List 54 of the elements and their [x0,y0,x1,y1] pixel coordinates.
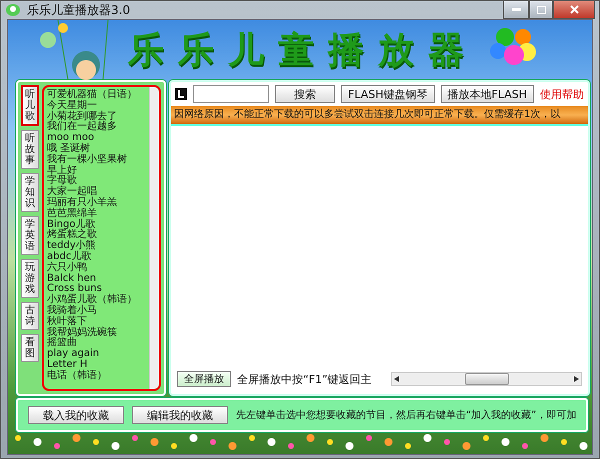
song-item[interactable]: 秋叶落下 [47,316,149,328]
category-tab[interactable]: 学知识 [21,173,39,212]
favorites-button[interactable]: 载入我的收藏 [28,406,124,424]
song-item[interactable]: 芭芭黑绵羊 [47,208,149,220]
maximize-button[interactable] [529,1,553,19]
song-item[interactable]: 可爱机器猫（日语） [47,90,149,101]
song-item[interactable]: teddy小熊 [47,241,149,252]
song-item[interactable]: 今天星期一 [47,100,149,112]
horizontal-scrollbar[interactable] [391,372,582,386]
favorites-button[interactable]: 编辑我的收藏 [132,406,228,424]
minimize-icon [512,8,520,11]
category-tab[interactable]: 玩游戏 [21,259,39,298]
l-logo-icon [175,88,187,100]
song-item[interactable]: moo moo [47,133,149,144]
right-arrow-icon [574,376,579,382]
category-tab[interactable]: 古诗 [21,302,39,330]
help-link[interactable]: 使用帮助 [540,86,584,102]
song-item[interactable]: 我们在一起越多 [47,122,149,134]
window-title: 乐乐儿童播放器3.0 [27,2,132,18]
song-item[interactable]: 小鸡蛋儿歌（韩语） [47,295,149,306]
search-field[interactable] [193,85,269,103]
category-tab[interactable]: 学英语 [21,216,39,255]
song-item[interactable]: 玛丽有只小羊羔 [47,198,149,209]
category-tab[interactable]: 看图 [21,334,39,362]
song-item[interactable]: 摇篮曲 [47,338,149,350]
flash-piano-button[interactable]: FLASH键盘钢琴 [341,85,434,103]
category-tab[interactable]: 听儿歌 [21,85,39,126]
song-item[interactable]: abdc儿歌 [47,252,149,263]
notice-marquee: 因网络原因，不能正常下载的可以多尝试双击连接几次即可正常下载。仅需缓存1次，以 [171,106,588,126]
minimize-button[interactable] [503,1,529,19]
search-button[interactable]: 搜索 [275,85,335,103]
maximize-icon [536,6,546,14]
close-button[interactable] [553,1,595,19]
song-item[interactable]: Bingo儿歌 [47,220,149,230]
close-icon [570,5,578,14]
song-item[interactable]: 我骑着小马 [47,306,149,317]
song-item[interactable]: 哦 圣诞树 [47,144,149,155]
app-icon [5,3,21,17]
left-arrow-icon [394,376,399,382]
banner-title: 乐乐儿童播放器 [128,28,478,72]
category-tab[interactable]: 听故事 [21,130,39,169]
fullscreen-button[interactable]: 全屏播放 [177,371,231,387]
favorites-hint: 先左键单击选中您想要收藏的节目，然后再右键单击“加入我的收藏”，即可加 [236,408,576,422]
song-item[interactable]: 大家一起唱 [47,187,149,198]
fullscreen-hint: 全屏播放中按“F1”键返回主 [237,372,372,386]
vertical-scrollbar[interactable] [149,87,159,389]
song-item[interactable]: play again [47,349,149,360]
song-item[interactable]: 烤蛋糕之歌 [47,230,149,242]
song-item[interactable]: 电话（韩语） [47,370,149,382]
song-item[interactable]: 六只小鸭 [47,262,149,274]
song-item[interactable]: Letter H [47,360,149,371]
song-item[interactable]: 我有一棵小坚果树 [47,154,149,166]
song-item[interactable]: Balck hen [47,274,149,284]
play-local-flash-button[interactable]: 播放本地FLASH [440,85,534,103]
